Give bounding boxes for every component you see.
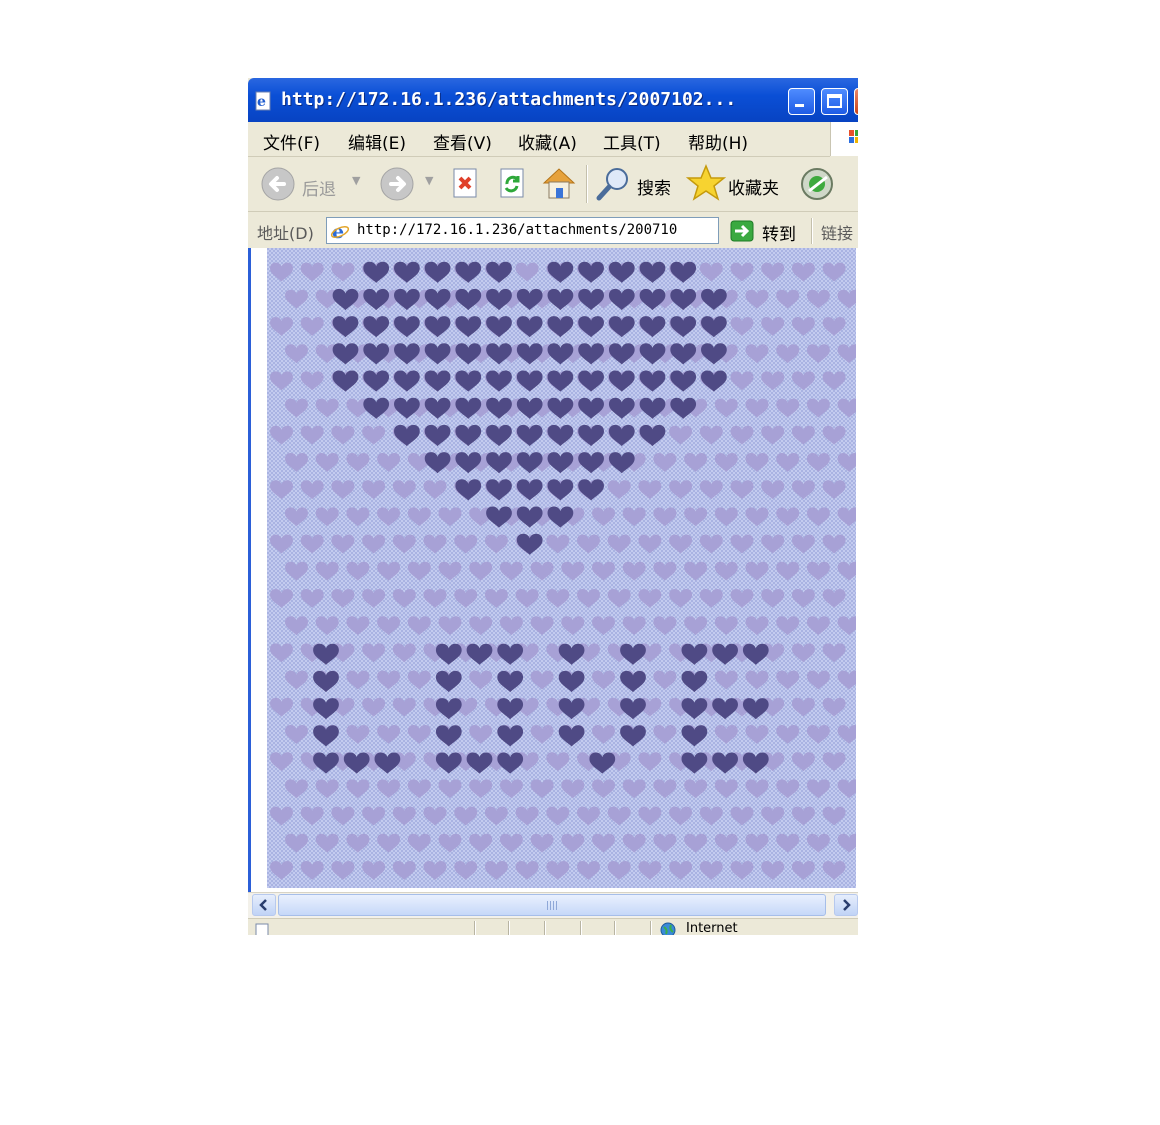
svg-text:e: e	[257, 94, 266, 110]
maximize-icon	[827, 94, 842, 108]
address-label: 地址(D)	[257, 224, 314, 243]
links-separator	[811, 218, 812, 244]
minimize-icon	[795, 104, 804, 107]
stop-button[interactable]	[451, 166, 481, 202]
refresh-button[interactable]	[498, 166, 528, 202]
search-icon	[596, 168, 628, 201]
maximize-button[interactable]	[821, 88, 848, 115]
address-bar: 地址(D) e http://172.16.1.236/attachments/…	[248, 212, 858, 248]
links-button[interactable]: 链接	[821, 220, 853, 244]
favorites-button[interactable]: 收藏夹	[686, 163, 786, 203]
forward-dropdown-icon[interactable]: ▼	[425, 174, 433, 187]
internet-zone-globe-icon	[660, 922, 676, 935]
scrollbar-grip	[547, 901, 559, 910]
windows-logo-icon	[830, 122, 858, 156]
go-label: 转到	[762, 225, 796, 245]
chevron-left-icon	[259, 899, 267, 911]
status-separator	[650, 921, 651, 935]
title-bar[interactable]: e http://172.16.1.236/attachments/200710…	[248, 78, 858, 122]
menu-edit[interactable]: 编辑(E)	[348, 129, 406, 154]
close-button[interactable]	[854, 88, 858, 115]
favorites-label: 收藏夹	[728, 179, 779, 199]
scrollbar-thumb[interactable]	[278, 894, 826, 916]
menu-favorites[interactable]: 收藏(A)	[518, 129, 577, 154]
status-separator	[614, 921, 615, 935]
status-separator	[508, 921, 509, 935]
heart-pattern-image	[267, 248, 856, 892]
browser-window: e http://172.16.1.236/attachments/200710…	[248, 78, 858, 935]
forward-arrow-icon	[380, 167, 414, 201]
forward-button[interactable]: ▼	[379, 166, 435, 202]
ie-logo-icon: e	[330, 221, 350, 241]
back-arrow-icon	[261, 167, 295, 201]
page-status-icon	[255, 923, 269, 935]
status-bar: Internet	[248, 918, 858, 935]
security-zone-label: Internet	[686, 921, 738, 935]
menu-tools[interactable]: 工具(T)	[603, 129, 661, 154]
media-icon	[801, 168, 833, 200]
menu-view[interactable]: 查看(V)	[433, 129, 492, 154]
window-title: http://172.16.1.236/attachments/2007102.…	[281, 89, 737, 110]
stop-icon	[453, 168, 477, 198]
page-content[interactable]	[248, 248, 858, 892]
scroll-right-button[interactable]	[834, 894, 858, 916]
favorites-star-icon	[686, 164, 726, 201]
back-label: 后退	[302, 180, 336, 200]
home-button[interactable]	[540, 163, 578, 203]
address-input[interactable]: e http://172.16.1.236/attachments/200710	[326, 217, 719, 244]
back-dropdown-icon[interactable]: ▼	[352, 174, 360, 187]
back-button[interactable]: 后退 ▼	[260, 166, 360, 202]
chevron-right-icon	[843, 899, 851, 911]
scroll-left-button[interactable]	[252, 894, 276, 916]
horizontal-scrollbar[interactable]	[248, 892, 858, 918]
menu-bar: 文件(F) 编辑(E) 查看(V) 收藏(A) 工具(T) 帮助(H)	[248, 122, 830, 157]
go-arrow-icon	[730, 220, 754, 242]
media-button[interactable]	[799, 165, 839, 203]
toolbar: 后退 ▼ ▼ 搜索 收藏夹	[248, 157, 858, 212]
refresh-icon	[500, 168, 524, 198]
minimize-button[interactable]	[788, 88, 815, 115]
menu-file[interactable]: 文件(F)	[263, 129, 320, 154]
menu-help[interactable]: 帮助(H)	[688, 129, 748, 154]
address-url-text: http://172.16.1.236/attachments/200710	[357, 222, 678, 238]
status-separator	[580, 921, 581, 935]
go-button[interactable]: 转到	[730, 212, 802, 248]
search-button[interactable]: 搜索	[595, 165, 675, 203]
status-separator	[544, 921, 545, 935]
status-separator	[474, 921, 475, 935]
toolbar-separator	[586, 165, 587, 203]
ie-page-icon: e	[255, 91, 271, 111]
search-label: 搜索	[637, 179, 671, 199]
home-icon	[542, 168, 576, 199]
